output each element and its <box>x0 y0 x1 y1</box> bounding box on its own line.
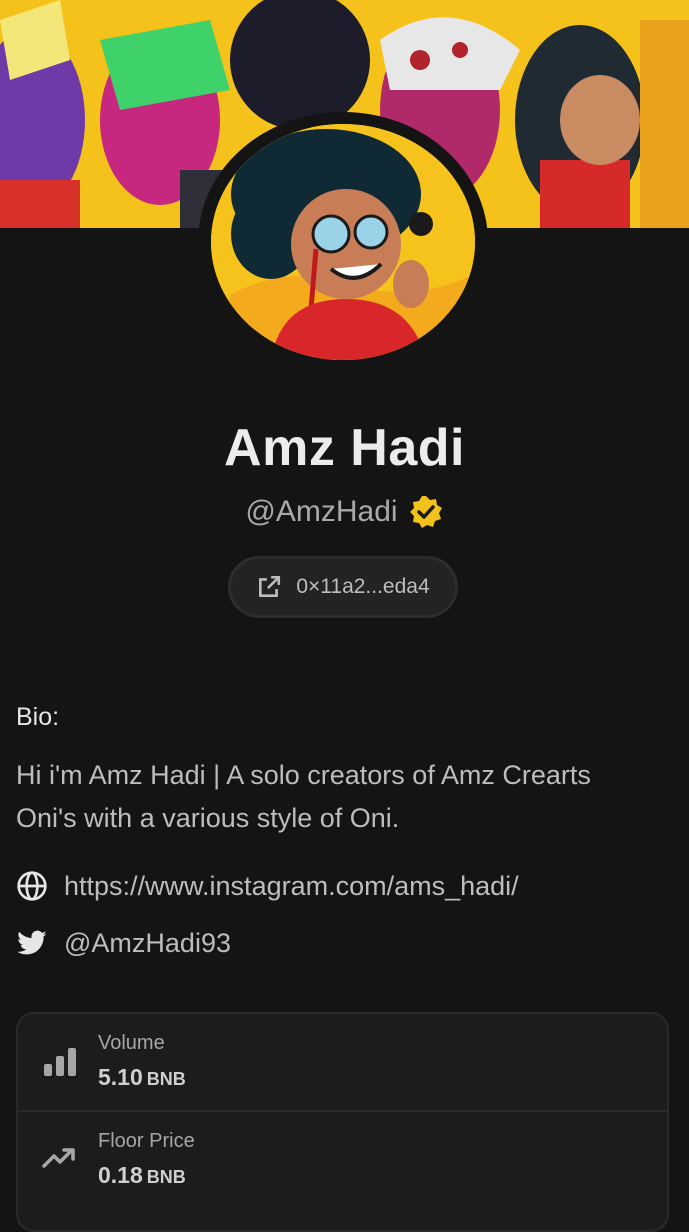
wallet-address: 0×11a2...eda4 <box>296 575 430 598</box>
stats-card: Volume 5.10 BNB Floor Price 0.18 BNB <box>16 1012 669 1232</box>
handle-row: @AmzHadi <box>0 494 689 530</box>
bio-text: Hi i'm Amz Hadi | A solo creators of Amz… <box>16 760 591 833</box>
twitter-icon <box>17 930 47 954</box>
stat-volume: Volume 5.10 BNB <box>18 1014 667 1112</box>
external-link-icon <box>259 575 281 597</box>
website-url: https://www.instagram.com/ams_hadi/ <box>64 870 519 901</box>
twitter-handle: @AmzHadi93 <box>64 928 231 958</box>
bio-label: Bio: <box>16 703 60 731</box>
profile-name: Amz Hadi <box>224 419 465 477</box>
stat-volume-number: 5.10 <box>98 1064 143 1090</box>
stat-floor-price-unit: BNB <box>146 1167 186 1187</box>
stat-floor-price-value: 0.18 BNB <box>98 1162 186 1189</box>
stat-volume-value: 5.10 BNB <box>98 1064 186 1091</box>
stat-volume-unit: BNB <box>146 1069 186 1089</box>
stat-volume-label: Volume <box>98 1032 165 1054</box>
verified-badge-icon <box>409 496 442 528</box>
twitter-link[interactable]: @AmzHadi93 <box>16 928 231 959</box>
stat-floor-price: Floor Price 0.18 BNB <box>18 1112 667 1208</box>
wallet-address-button[interactable]: 0×11a2...eda4 <box>228 556 458 618</box>
globe-icon <box>17 871 47 901</box>
trending-up-icon <box>42 1148 75 1168</box>
stat-floor-price-label: Floor Price <box>98 1130 195 1152</box>
profile-handle: @AmzHadi <box>245 495 398 528</box>
website-link[interactable]: https://www.instagram.com/ams_hadi/ <box>16 870 519 902</box>
avatar-artwork <box>211 124 475 360</box>
bar-chart-icon <box>44 1048 76 1076</box>
avatar[interactable] <box>211 124 475 360</box>
stat-floor-price-number: 0.18 <box>98 1162 143 1188</box>
